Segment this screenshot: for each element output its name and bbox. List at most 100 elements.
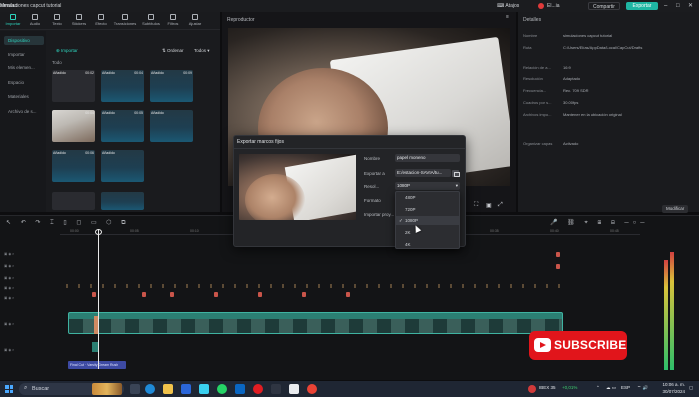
- track-controls[interactable]: ▣ ◉ ◐: [4, 276, 44, 282]
- media-thumbnail[interactable]: Añadido 00:04: [101, 70, 144, 102]
- tab-stickers[interactable]: Stickers: [68, 14, 90, 26]
- task-view-icon[interactable]: [130, 384, 140, 394]
- modify-button[interactable]: Modificar: [662, 205, 689, 213]
- expand-icon[interactable]: ⤢: [498, 202, 503, 209]
- edge-icon[interactable]: [145, 384, 155, 394]
- clock-time[interactable]: 10:06 a. m.: [655, 382, 685, 387]
- option-480p[interactable]: 480P: [405, 195, 416, 200]
- ratio-icon[interactable]: ▣: [486, 202, 492, 209]
- clock-date[interactable]: 30/07/2024: [655, 389, 685, 394]
- timeline-segment[interactable]: [92, 292, 96, 297]
- playhead-handle[interactable]: [95, 229, 102, 235]
- timeline-segment[interactable]: [142, 292, 146, 297]
- option-1080p[interactable]: 1080P: [405, 218, 418, 223]
- export-button[interactable]: Exportar: [626, 2, 658, 10]
- tab-effects[interactable]: Efecto: [90, 14, 112, 26]
- audio-meter: [660, 240, 690, 370]
- folder-icon[interactable]: [452, 170, 460, 177]
- close-icon[interactable]: ✕: [688, 2, 693, 10]
- resolution-label: Resol...: [364, 184, 380, 189]
- app-icon[interactable]: [235, 384, 245, 394]
- fullscreen-icon[interactable]: ⛶: [474, 202, 478, 209]
- option-4k[interactable]: 4K: [405, 242, 411, 247]
- avatar[interactable]: [538, 3, 544, 9]
- main-track-controls[interactable]: ▣ ◉ ◐: [4, 322, 44, 328]
- capcut-icon[interactable]: [289, 384, 299, 394]
- media-thumbnail[interactable]: [101, 192, 144, 210]
- detail-row: Frecuencia... Rec. 709 SDR: [523, 88, 693, 93]
- audio-track-controls[interactable]: ▣ ◉ ◐: [4, 348, 44, 354]
- sidebar-item-materials[interactable]: Materiales: [4, 92, 44, 101]
- timeline-segment[interactable]: [214, 292, 218, 297]
- sort-button[interactable]: ⇅ Ordenar: [162, 48, 184, 54]
- stock-name[interactable]: IBEX 35: [539, 385, 556, 390]
- tab-filters[interactable]: Filtros: [162, 14, 184, 26]
- media-thumbnail[interactable]: Añadido 00:05: [101, 110, 144, 142]
- timeline-segment[interactable]: [556, 264, 560, 269]
- tab-import[interactable]: Importar: [2, 14, 24, 26]
- timeline-segment[interactable]: [556, 252, 560, 257]
- option-720p[interactable]: 720P: [405, 207, 416, 212]
- sidebar-item-space[interactable]: Espacio: [4, 78, 44, 87]
- timeline-segment[interactable]: [302, 292, 306, 297]
- detail-key: Archivos impo...: [523, 112, 552, 117]
- filter-all-button[interactable]: Todos ▾: [194, 48, 210, 54]
- timeline-segment[interactable]: [258, 292, 262, 297]
- media-thumbnail[interactable]: 00:04: [52, 110, 95, 142]
- media-thumbnail[interactable]: Añadido 00:09: [150, 70, 193, 102]
- subscribe-button[interactable]: SUBSCRIBE: [529, 331, 627, 360]
- chrome-icon[interactable]: [307, 384, 317, 394]
- resolution-select[interactable]: 1080P ▾: [395, 182, 460, 190]
- all-label: Todos: [194, 48, 207, 53]
- timeline-segment[interactable]: [346, 292, 350, 297]
- tab-adjust[interactable]: Ajustar: [184, 14, 206, 26]
- whatsapp-icon[interactable]: [217, 384, 227, 394]
- media-thumbnail[interactable]: Añadido: [150, 110, 193, 142]
- media-thumbnail[interactable]: [52, 192, 95, 210]
- maximize-icon[interactable]: □: [676, 2, 680, 10]
- option-2k[interactable]: 2K: [405, 230, 411, 235]
- media-thumbnail[interactable]: Añadido 00:02: [52, 70, 95, 102]
- tab-text[interactable]: Texto: [46, 14, 68, 26]
- mail-icon[interactable]: [181, 384, 191, 394]
- sidebar-item-archive[interactable]: Archivo de s...: [4, 107, 44, 116]
- language-indicator[interactable]: ESP: [621, 385, 630, 390]
- media-thumbnail[interactable]: Añadido: [101, 150, 144, 182]
- detail-key: Resolución: [523, 76, 543, 81]
- more-icon[interactable]: ≡: [506, 14, 509, 20]
- network-volume-icons[interactable]: ⌔ 🔊: [637, 385, 648, 391]
- timeline-tools[interactable]: ↖ ↶ ↷ ⌶ ▯ ◻ ▭ ⬡ ⧉: [6, 219, 130, 227]
- export-path-input[interactable]: E:/estacion-SAVIA/tu...: [395, 169, 451, 177]
- store-icon[interactable]: [199, 384, 209, 394]
- minimize-icon[interactable]: –: [664, 2, 667, 10]
- user-label[interactable]: El...ia: [547, 2, 560, 10]
- tab-audio[interactable]: Audio: [24, 14, 46, 26]
- sidebar-item-my-elements[interactable]: Mis elemen...: [4, 63, 44, 72]
- main-video-clip[interactable]: [68, 312, 563, 334]
- timeline-right-tools[interactable]: 🎤 ⛓ ⌖ ⊞ ⊟ ─○─: [550, 219, 649, 227]
- terminal-icon[interactable]: [271, 384, 281, 394]
- track-controls[interactable]: ▣ ◉ ◐: [4, 264, 44, 270]
- share-button[interactable]: Compartir: [588, 2, 620, 10]
- track-controls[interactable]: ▣ ◉ ◐: [4, 252, 44, 258]
- media-import-button[interactable]: ⊕ Importar: [56, 48, 78, 54]
- youtube-icon[interactable]: [253, 384, 263, 394]
- tray-icons[interactable]: ☁ ▭: [606, 385, 616, 391]
- file-explorer-icon[interactable]: [163, 384, 173, 394]
- tray-chevron-icon[interactable]: ⌃: [596, 385, 600, 391]
- tab-transitions[interactable]: Transiciones: [112, 14, 138, 26]
- notification-icon[interactable]: ▢: [689, 385, 693, 391]
- name-input[interactable]: papel moneno: [395, 154, 460, 162]
- track-controls[interactable]: ▣ ◉ ◐: [4, 286, 44, 292]
- media-thumbnail[interactable]: Añadido 00:06: [52, 150, 95, 182]
- tab-subtitles[interactable]: Subtítulos: [140, 14, 162, 26]
- track-controls[interactable]: ▣ ◉ ◐: [4, 296, 44, 302]
- windows-start-icon[interactable]: [5, 385, 13, 393]
- tab-label: Transiciones: [113, 21, 137, 26]
- playhead[interactable]: [98, 229, 99, 369]
- shortcuts-button[interactable]: ⌨ Atajos: [497, 2, 519, 10]
- sidebar-item-device[interactable]: Dispositivo: [4, 36, 44, 45]
- timeline-segment[interactable]: [170, 292, 174, 297]
- audio-clip[interactable]: Final Cut · Varsity Dream Rush: [68, 361, 126, 369]
- sidebar-item-import[interactable]: Importar: [4, 50, 44, 59]
